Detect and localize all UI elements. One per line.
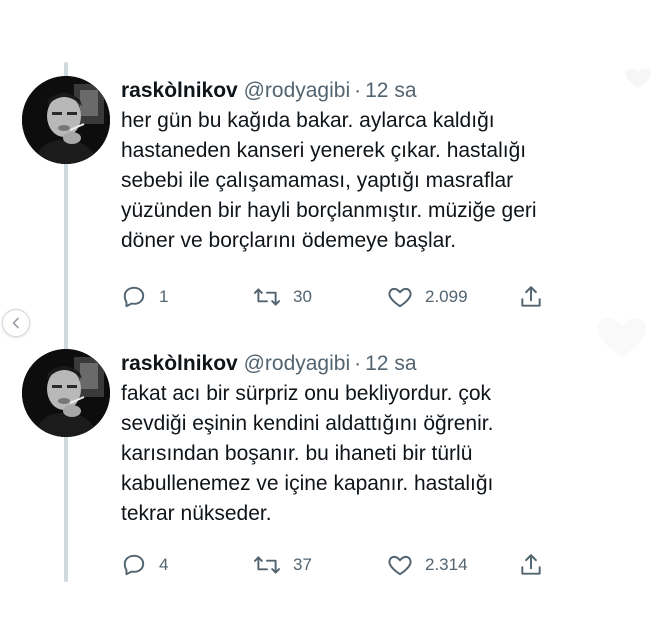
timestamp[interactable]: 12 sa	[365, 352, 416, 375]
like-button[interactable]: 2.099	[387, 282, 468, 312]
tweet[interactable]: raskòlnikov @rodyagibi · 12 sa her gün bu …	[0, 76, 665, 316]
tweet-text: her gün bu kağıda bakar. aylarca kaldığı…	[121, 106, 641, 256]
tweet-text-line: yüzünden bir hayli borçlanmıştır. müziğe…	[121, 199, 537, 222]
retweet-count: 37	[293, 555, 312, 574]
retweet-button[interactable]: 37	[253, 550, 312, 580]
tweet-text-line: hastaneden kanseri yenerek çıkar. hastal…	[121, 139, 527, 162]
like-button[interactable]: 2.314	[387, 550, 468, 580]
tweet[interactable]: raskòlnikov @rodyagibi · 12 sa fakat acı b…	[0, 349, 665, 589]
share-button[interactable]	[518, 282, 544, 312]
tweet-actions: 4 37 2.314	[121, 550, 561, 580]
reply-icon	[123, 286, 145, 308]
tweet-text-line: fakat acı bir sürpriz onu bekliyordur. ç…	[121, 382, 492, 405]
tweet-text-line: karısından boşanır. bu ihaneti bir türlü	[121, 442, 473, 465]
tweet-text-line: her gün bu kağıda bakar. aylarca kaldığı	[121, 109, 495, 132]
tweet-header: raskòlnikov @rodyagibi · 12 sa	[121, 78, 417, 104]
timestamp[interactable]: 12 sa	[365, 79, 416, 102]
retweet-button[interactable]: 30	[253, 282, 312, 312]
tweet-text: fakat acı bir sürpriz onu bekliyordur. ç…	[121, 379, 641, 529]
share-icon	[521, 286, 541, 307]
separator-dot: ·	[354, 79, 362, 102]
tweet-text-line: tekrar nükseder.	[121, 502, 272, 525]
avatar[interactable]	[22, 76, 110, 164]
avatar-photo	[22, 349, 110, 437]
display-name[interactable]: raskòlnikov	[121, 79, 238, 102]
reply-count: 4	[159, 555, 169, 574]
avatar[interactable]	[22, 349, 110, 437]
retweet-icon	[253, 556, 281, 574]
tweet-text-line: kabullenemez ve içine kapanır. hastalığı	[121, 472, 494, 495]
tweet-text-line: sevdiği eşinin kendini aldattığını öğren…	[121, 412, 494, 435]
tweet-text-line: sebebi ile çalışamaması, yaptığı masrafl…	[121, 169, 514, 192]
reply-button[interactable]: 1	[121, 282, 168, 312]
reply-icon	[123, 554, 145, 576]
like-count: 2.099	[425, 287, 468, 306]
tweet-actions: 1 30 2.099	[121, 282, 561, 312]
tweet-header: raskòlnikov @rodyagibi · 12 sa	[121, 351, 417, 377]
share-button[interactable]	[518, 550, 544, 580]
heart-icon	[388, 555, 412, 576]
retweet-count: 30	[293, 287, 312, 306]
like-count: 2.314	[425, 555, 468, 574]
share-icon	[521, 554, 541, 575]
user-handle[interactable]: @rodyagibi	[244, 79, 351, 102]
chevron-left-icon	[12, 317, 19, 329]
separator-dot: ·	[354, 352, 362, 375]
user-handle[interactable]: @rodyagibi	[244, 352, 351, 375]
heart-icon	[388, 287, 412, 308]
reply-button[interactable]: 4	[121, 550, 168, 580]
retweet-icon	[253, 288, 281, 306]
tweet-text-line: döner ve borçlarını ödemeye başlar.	[121, 229, 457, 252]
display-name[interactable]: raskòlnikov	[121, 352, 238, 375]
reply-count: 1	[159, 287, 169, 306]
avatar-photo	[22, 76, 110, 164]
